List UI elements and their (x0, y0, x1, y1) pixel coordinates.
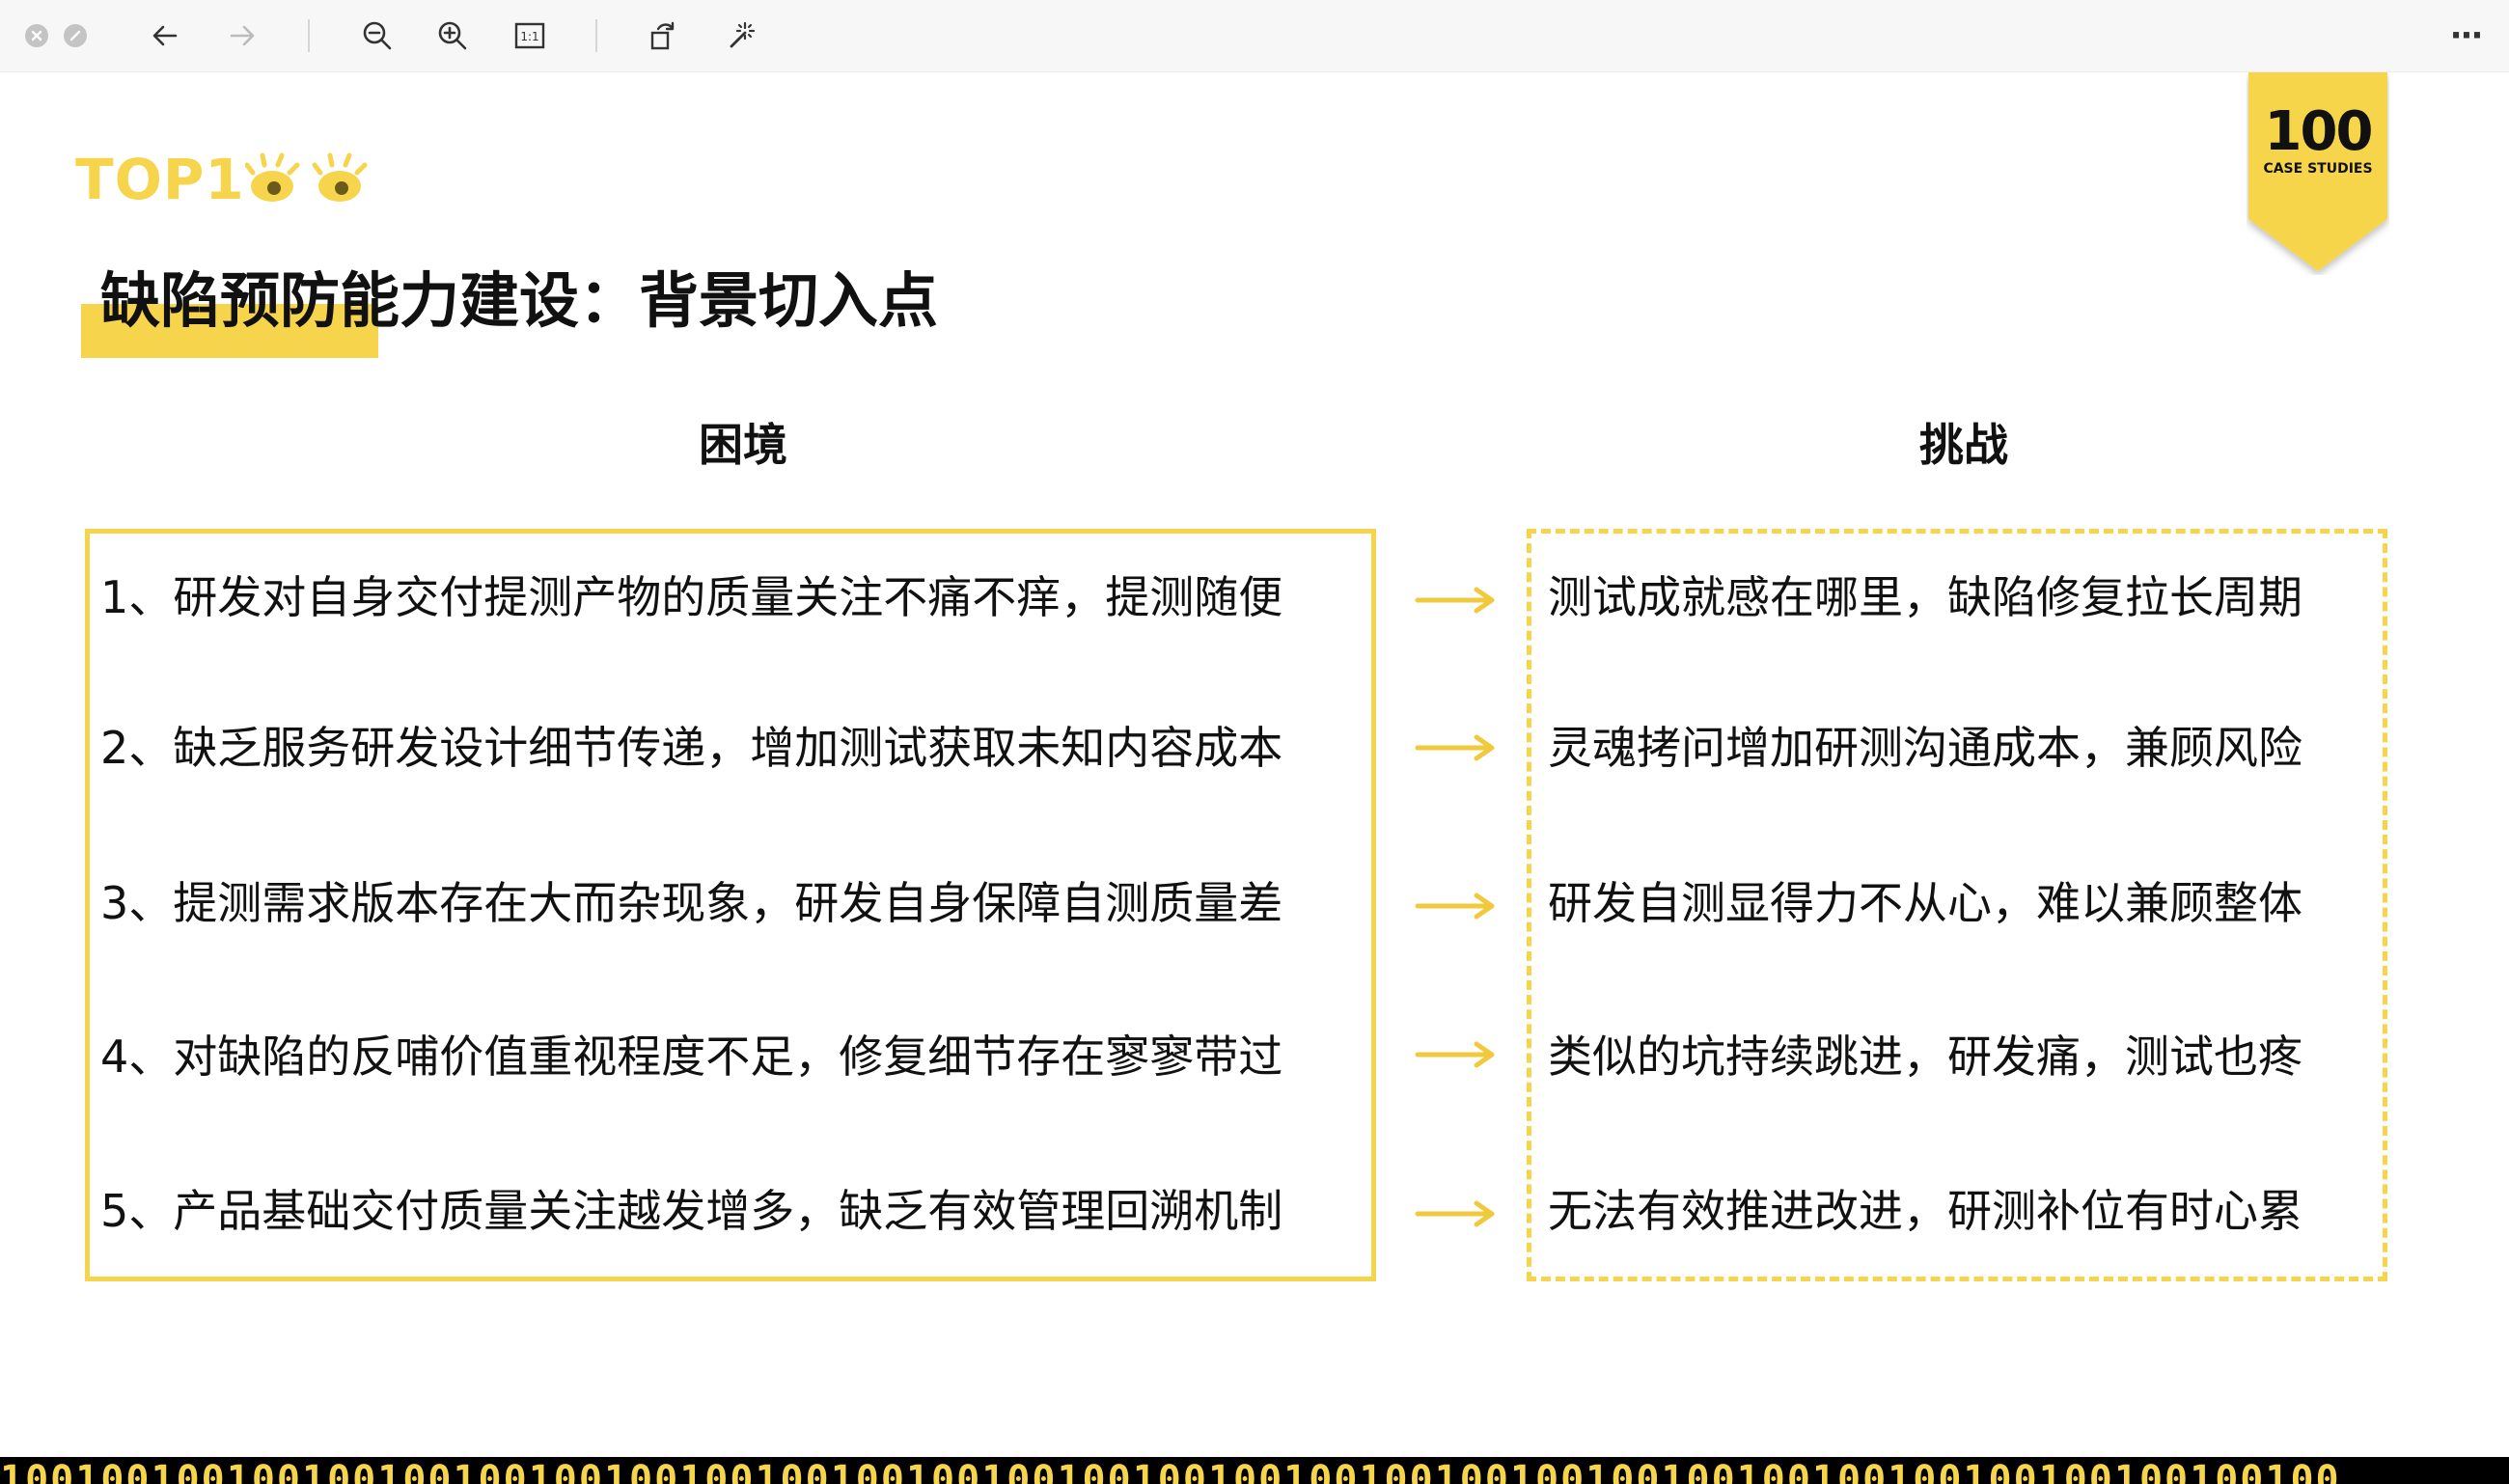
badge-number: 100 (2264, 100, 2374, 163)
forward-arrow-icon[interactable] (220, 14, 264, 58)
challenge-item: 无法有效推进改进，研测补位有时心累 (1548, 1185, 2302, 1237)
top100-logo: TOP1 (75, 148, 382, 211)
logo-text: TOP1 (75, 147, 245, 212)
challenge-heading: 挑战 (1919, 419, 2008, 471)
actual-size-glyph: 1:1 (520, 30, 538, 43)
more-glyph: ··· (2449, 16, 2484, 55)
slide-image: TOP1 100 CASE STUDIES 缺陷预防能力建设：背景切入点 困境 … (0, 72, 2509, 1484)
minimize-icon[interactable] (64, 24, 87, 47)
more-icon[interactable]: ··· (2443, 14, 2488, 58)
arrow-right-icon (1415, 1041, 1495, 1068)
dilemma-item: 3、提测需求版本存在大而杂现象，研发自身保障自测质量差 (100, 877, 1283, 929)
dilemma-item: 4、对缺陷的反哺价值重视程度不足，修复细节存在寥寥带过 (100, 1031, 1283, 1083)
zoom-out-icon[interactable] (355, 14, 400, 58)
toolbar-divider (308, 19, 310, 52)
challenge-item: 研发自测显得力不从心，难以兼顾整体 (1548, 877, 2302, 929)
magic-wand-icon[interactable] (718, 14, 762, 58)
binary-strip: 1001001001001001001001001001001001001001… (0, 1457, 2509, 1484)
challenge-item: 类似的坑持续跳进，研发痛，测试也疼 (1548, 1031, 2302, 1083)
arrow-right-icon (1415, 893, 1495, 920)
badge-subtitle: CASE STUDIES (2263, 161, 2373, 177)
arrow-right-icon (1415, 734, 1495, 761)
rotate-icon[interactable] (641, 14, 685, 58)
eyes-icon (244, 152, 368, 202)
title-block: 缺陷预防能力建设：背景切入点 (81, 265, 939, 358)
dilemma-item: 1、研发对自身交付提测产物的质量关注不痛不痒，提测随便 (100, 571, 1283, 623)
arrow-right-icon (1415, 587, 1495, 614)
arrow-right-icon (1415, 1200, 1495, 1227)
viewer-toolbar: 1:1 ··· (0, 0, 2509, 72)
back-arrow-icon[interactable] (143, 14, 187, 58)
image-viewer-window: 1:1 ··· TOP1 100 CASE STUDIES 缺陷预防能力建设：背… (0, 0, 2509, 1484)
toolbar-divider (595, 19, 597, 52)
slide-title: 缺陷预防能力建设：背景切入点 (100, 265, 939, 336)
challenge-item: 测试成就感在哪里，缺陷修复拉长周期 (1548, 571, 2302, 623)
challenge-item: 灵魂拷问增加研测沟通成本，兼顾风险 (1548, 722, 2302, 774)
binary-text: 1001001001001001001001001001001001001001… (0, 1458, 2341, 1484)
close-icon[interactable] (25, 24, 48, 47)
case-studies-badge: 100 CASE STUDIES (2247, 72, 2389, 275)
dilemma-item: 2、缺乏服务研发设计细节传递，增加测试获取未知内容成本 (100, 722, 1283, 774)
actual-size-icon[interactable]: 1:1 (508, 14, 552, 58)
dilemma-item: 5、产品基础交付质量关注越发增多，缺乏有效管理回溯机制 (100, 1185, 1283, 1237)
dilemma-heading: 困境 (699, 419, 787, 471)
zoom-in-icon[interactable] (430, 14, 475, 58)
